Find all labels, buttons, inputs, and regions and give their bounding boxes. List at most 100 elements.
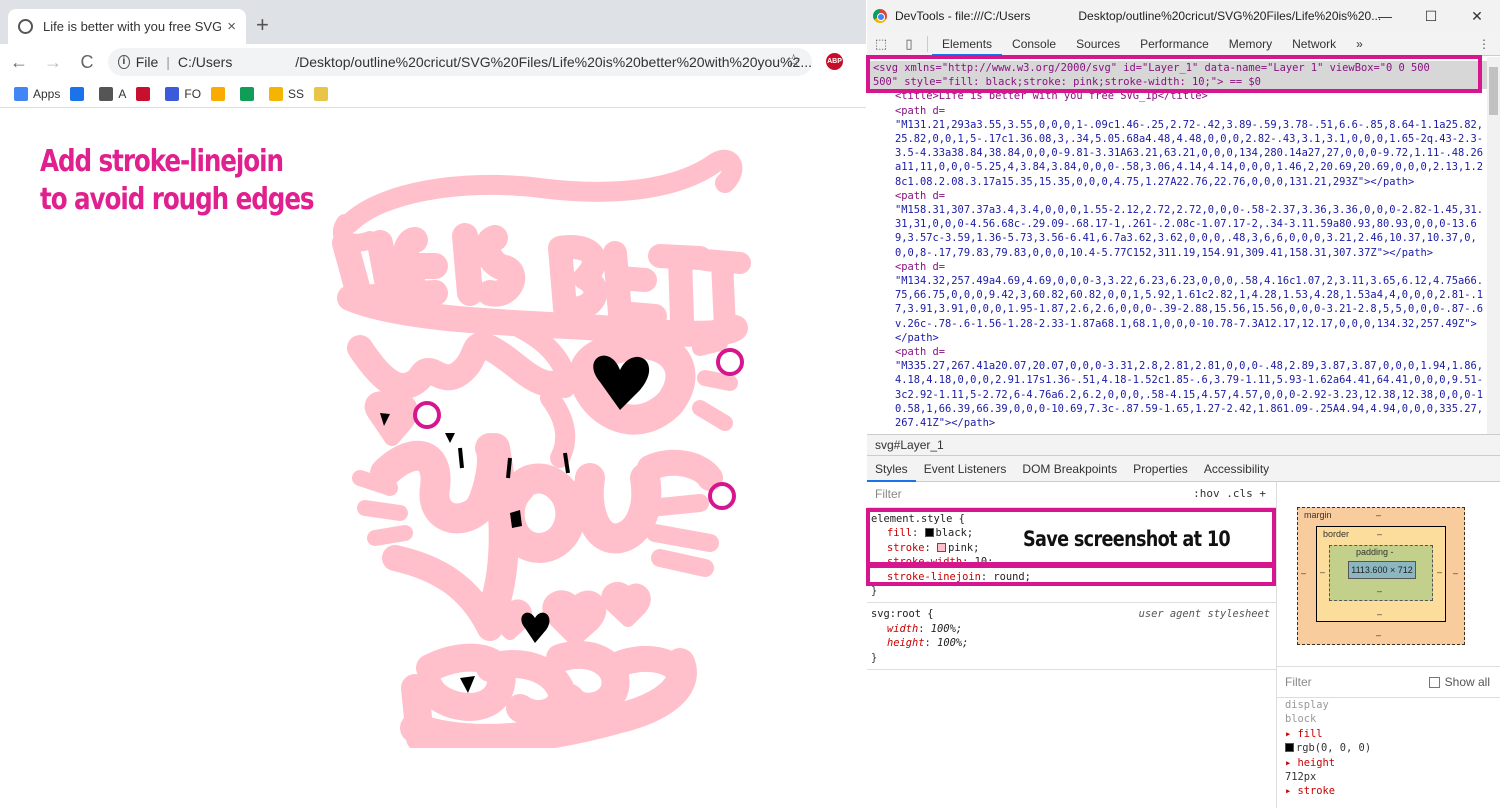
padding-label: padding - — [1356, 547, 1394, 557]
screenshot-root: Life is better with you free SVG_1 × + ←… — [0, 0, 1500, 808]
prop-name: height — [887, 637, 925, 650]
bookmarks-bar: Apps A FO SS — [0, 80, 866, 108]
border-label: border — [1323, 529, 1350, 539]
border-bottom-value: – — [1377, 609, 1383, 619]
bookmark-label: Apps — [33, 86, 61, 101]
bookmark-item[interactable] — [314, 86, 333, 101]
bookmark-item[interactable] — [240, 86, 259, 101]
globe-icon — [99, 86, 114, 101]
minimize-button[interactable]: — — [1362, 0, 1408, 32]
box-margin: margin – – – – border – – – – padding - … — [1297, 507, 1465, 645]
path-node-4-open[interactable]: <path d= — [873, 345, 1487, 359]
bookmark-item[interactable] — [136, 86, 155, 101]
fo-icon — [165, 86, 180, 101]
ua-source: user agent stylesheet — [1138, 608, 1270, 621]
page-content: Add stroke-linejoin to avoid rough edges — [0, 108, 866, 808]
grid-icon — [70, 86, 85, 101]
tabbar-divider — [927, 35, 928, 52]
computed-prop-display[interactable]: display block — [1277, 698, 1500, 727]
browser-toolbar: ← → C i File | C:/Users /Desktop/outline… — [0, 44, 866, 80]
breadcrumb[interactable]: svg#Layer_1 — [867, 434, 1500, 456]
tab-event-listeners[interactable]: Event Listeners — [916, 456, 1015, 482]
address-path-start: C:/Users — [177, 54, 233, 70]
adblock-plus-icon[interactable]: ABP — [826, 53, 843, 70]
devtools-title-right: Desktop/outline%20cricut/SVG%20Files/Lif… — [1078, 9, 1382, 23]
rough-edge-circle-1 — [716, 348, 744, 376]
tab-styles[interactable]: Styles — [867, 456, 916, 482]
close-window-button[interactable]: ✕ — [1454, 0, 1500, 32]
tab-dom-breakpoints[interactable]: DOM Breakpoints — [1014, 456, 1125, 482]
computed-name: stroke — [1297, 785, 1336, 798]
new-tab-button[interactable]: + — [256, 14, 269, 36]
tab-performance[interactable]: Performance — [1130, 32, 1219, 56]
star-icon — [269, 86, 284, 101]
maximize-button[interactable]: ☐ — [1408, 0, 1454, 32]
inspect-cursor-icon[interactable]: ⬚ — [867, 36, 895, 52]
tab-close-button[interactable]: × — [227, 18, 236, 35]
tab-elements[interactable]: Elements — [932, 32, 1003, 56]
apps-grid-icon — [14, 86, 28, 101]
devtools-tabbar: ⬚ ▯ Elements Console Sources Performance… — [867, 32, 1500, 56]
bookmark-item[interactable]: FO — [165, 86, 202, 101]
bookmark-item[interactable] — [211, 86, 230, 101]
browser-tab[interactable]: Life is better with you free SVG_1 × — [8, 9, 246, 44]
address-bar[interactable]: i File | C:/Users /Desktop/outline%20cri… — [108, 48, 812, 76]
device-toggle-icon[interactable]: ▯ — [895, 36, 923, 52]
box-content-size: 1113.600 × 712 — [1348, 561, 1416, 579]
path-node-2-open[interactable]: <path d= — [873, 189, 1487, 203]
computed-name: fill — [1297, 727, 1323, 740]
chrome-icon — [873, 9, 887, 23]
tab-accessibility[interactable]: Accessibility — [1196, 456, 1277, 482]
annotation-line-2: to avoid rough edges — [40, 182, 315, 217]
browser-window: Life is better with you free SVG_1 × + ←… — [0, 0, 866, 808]
path-node-1-open[interactable]: <path d= — [873, 104, 1487, 118]
margin-top-value: – — [1376, 510, 1382, 520]
computed-prop-height[interactable]: ▸ height 712px — [1277, 756, 1500, 785]
box-padding: padding - – 1113.600 × 712 — [1329, 545, 1433, 601]
info-icon[interactable]: i — [118, 55, 130, 69]
tab-console[interactable]: Console — [1002, 32, 1066, 56]
annotation-left: Add stroke-linejoin to avoid rough edges — [40, 143, 315, 219]
path-node-3-open[interactable]: <path d= — [873, 260, 1487, 274]
tab-properties[interactable]: Properties — [1125, 456, 1196, 482]
show-all-toggle[interactable]: Show all — [1428, 675, 1490, 689]
bookmark-item[interactable] — [70, 86, 89, 101]
styles-filter-tools[interactable]: :hov .cls + — [1193, 487, 1266, 501]
ua-prop-width: width: 100%; — [887, 622, 963, 635]
border-top-value: – — [1377, 529, 1383, 539]
bookmark-item[interactable]: SS — [269, 86, 305, 101]
border-left-value: – — [1320, 567, 1326, 577]
chat-icon — [240, 86, 255, 101]
bookmark-label: FO — [184, 86, 202, 101]
computed-prop-stroke[interactable]: ▸ stroke — [1277, 784, 1500, 798]
elements-scrollbar[interactable] — [1487, 57, 1500, 434]
highlight-linejoin — [866, 564, 1276, 586]
bookmark-star-icon[interactable]: ☆ — [786, 51, 801, 71]
bookmark-item[interactable]: A — [99, 86, 126, 101]
show-all-checkbox[interactable] — [1428, 676, 1440, 688]
bookmark-item[interactable]: Apps — [14, 86, 61, 101]
forward-button[interactable]: → — [38, 52, 68, 73]
computed-prop-fill[interactable]: ▸ fill rgb(0, 0, 0) — [1277, 727, 1500, 756]
scrollbar-thumb[interactable] — [1489, 67, 1498, 115]
devtools-menu-icon[interactable]: ⋮ — [1478, 32, 1490, 56]
bookmark-label: SS — [288, 86, 305, 101]
more-tabs-button[interactable]: » — [1346, 32, 1373, 56]
path-node-2-d: "M158.31,307.37a3.4,3.4,0,0,0,1.55-2.12,… — [895, 204, 1484, 259]
reload-button[interactable]: C — [72, 52, 102, 73]
styles-filter-input[interactable]: Filter — [875, 487, 902, 501]
margin-label: margin — [1304, 510, 1332, 520]
tab-memory[interactable]: Memory — [1219, 32, 1282, 56]
computed-name: display — [1285, 699, 1329, 711]
rough-edge-circle-2 — [413, 401, 441, 429]
tab-sources[interactable]: Sources — [1066, 32, 1130, 56]
padding-bottom-value: – — [1377, 586, 1383, 596]
address-path-end: /Desktop/outline%20cricut/SVG%20Files/Li… — [295, 54, 812, 70]
computed-value: rgb(0, 0, 0) — [1296, 742, 1372, 755]
back-button[interactable]: ← — [4, 52, 34, 73]
computed-filter-input[interactable]: Filter — [1285, 675, 1312, 689]
analytics-icon — [211, 86, 226, 101]
elements-panel: <svg xmlns="http://www.w3.org/2000/svg" … — [867, 57, 1487, 434]
tab-network[interactable]: Network — [1282, 32, 1346, 56]
computed-name: height — [1297, 756, 1336, 769]
